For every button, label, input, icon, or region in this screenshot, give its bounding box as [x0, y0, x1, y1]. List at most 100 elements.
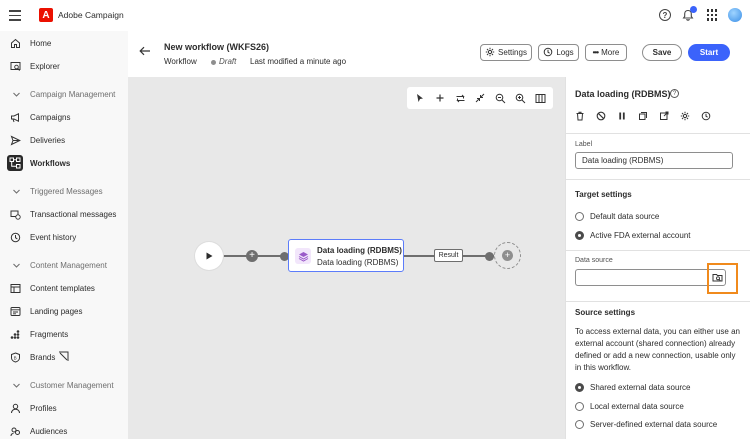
fragments-icon — [9, 328, 22, 341]
sidebar-item-brands[interactable]: B Brands — [0, 347, 128, 367]
chevron-down-icon — [10, 88, 23, 101]
flip-icon[interactable] — [453, 91, 467, 105]
section-campaign-management[interactable]: Campaign Management — [0, 84, 128, 104]
gear-icon[interactable] — [678, 109, 692, 123]
disable-icon[interactable] — [594, 109, 608, 123]
app-name[interactable]: Adobe Campaign — [58, 10, 124, 20]
workflow-icon — [7, 155, 23, 171]
notification-badge — [690, 6, 697, 13]
chevron-down-icon — [10, 185, 23, 198]
sidebar-item-transactional-messages[interactable]: Transactional messages — [0, 204, 128, 224]
adobe-logo[interactable]: A — [39, 8, 53, 22]
help-icon[interactable]: ? — [670, 89, 679, 98]
sidebar-item-label: Event history — [30, 232, 77, 242]
collapse-icon[interactable] — [473, 91, 487, 105]
add-activity-button[interactable]: + — [246, 250, 258, 262]
copy-icon[interactable] — [636, 109, 650, 123]
campaigns-icon — [9, 111, 22, 124]
page-title: New workflow (WKFS26) — [164, 42, 270, 52]
top-bar: A Adobe Campaign ? — [0, 0, 750, 31]
sidebar-item-profiles[interactable]: Profiles — [0, 398, 128, 418]
zoom-in-icon[interactable] — [513, 91, 527, 105]
workflow-type: Workflow — [164, 57, 197, 66]
source-settings-title: Source settings — [575, 308, 636, 317]
add-icon[interactable] — [433, 91, 447, 105]
section-label: Customer Management — [30, 380, 114, 390]
zoom-out-icon[interactable] — [493, 91, 507, 105]
section-content-management[interactable]: Content Management — [0, 255, 128, 275]
sidebar-item-landing-pages[interactable]: Landing pages — [0, 301, 128, 321]
start-node[interactable] — [195, 242, 223, 270]
activity-actions — [573, 109, 713, 123]
section-customer-management[interactable]: Customer Management — [0, 375, 128, 395]
sidebar-item-campaigns[interactable]: Campaigns — [0, 107, 128, 127]
apps-icon[interactable] — [706, 9, 718, 21]
divider — [566, 179, 750, 180]
more-icon: ••• — [592, 48, 599, 57]
history-icon[interactable] — [699, 109, 713, 123]
radio-local-external-data-source[interactable]: Local external data source — [575, 402, 684, 411]
radio-active-fda-external-account[interactable]: Active FDA external account — [575, 231, 691, 240]
sidebar-item-label: Campaigns — [30, 112, 71, 122]
radio-button[interactable] — [575, 212, 584, 221]
export-icon[interactable] — [657, 109, 671, 123]
more-button[interactable]: ••• More — [585, 44, 627, 61]
minimap-icon[interactable] — [533, 91, 547, 105]
activity-data-loading[interactable]: Data loading (RDBMS) Data loading (RDBMS… — [288, 239, 404, 272]
sidebar-item-deliveries[interactable]: Deliveries — [0, 130, 128, 150]
avatar[interactable] — [728, 8, 742, 22]
result-transition-label[interactable]: Result — [434, 249, 463, 262]
brands-icon: B — [9, 351, 22, 364]
sidebar-item-content-templates[interactable]: Content templates — [0, 278, 128, 298]
radio-shared-external-data-source[interactable]: Shared external data source — [575, 383, 691, 392]
sidebar: Home Explorer Campaign Management Campai… — [0, 31, 128, 439]
explorer-icon — [9, 60, 22, 73]
help-icon[interactable]: ? — [659, 9, 671, 21]
data-source-caption: Data source — [575, 257, 613, 264]
source-settings-description: To access external data, you can either … — [575, 327, 740, 372]
data-source-field[interactable] — [575, 269, 708, 286]
pointer-icon[interactable] — [413, 91, 427, 105]
radio-button[interactable] — [575, 231, 584, 240]
transactional-icon — [9, 208, 22, 221]
sidebar-item-explorer[interactable]: Explorer — [0, 56, 128, 76]
sidebar-item-label: Audiences — [30, 426, 68, 436]
pause-icon[interactable] — [615, 109, 629, 123]
save-button[interactable]: Save — [642, 44, 682, 61]
radio-server-defined-external-data-source[interactable]: Server-defined external data source — [575, 420, 717, 429]
sidebar-item-audiences[interactable]: Audiences — [0, 421, 128, 439]
radio-button[interactable] — [575, 383, 584, 392]
divider — [566, 133, 750, 134]
data-loading-icon — [295, 248, 311, 264]
menu-icon[interactable] — [9, 10, 21, 21]
section-triggered-messages[interactable]: Triggered Messages — [0, 181, 128, 201]
sidebar-item-event-history[interactable]: Event history — [0, 227, 128, 247]
radio-button[interactable] — [575, 420, 584, 429]
sidebar-item-label: Deliveries — [30, 135, 66, 145]
start-button[interactable]: Start — [688, 44, 730, 61]
chevron-down-icon — [10, 379, 23, 392]
properties-panel: Data loading (RDBMS) ? Label Data loadin… — [565, 77, 750, 439]
audiences-icon — [9, 425, 22, 438]
add-next-activity-node[interactable]: + — [494, 242, 521, 269]
home-icon — [9, 37, 22, 50]
radio-button[interactable] — [575, 402, 584, 411]
workflow-canvas[interactable]: + Data loading (RDBMS) Data loading (RDB… — [128, 77, 565, 439]
label-field[interactable]: Data loading (RDBMS) — [575, 152, 733, 169]
sidebar-item-workflows[interactable]: Workflows — [0, 153, 128, 173]
delete-icon[interactable] — [573, 109, 587, 123]
workflow-header: New workflow (WKFS26) Workflow Draft Las… — [128, 31, 750, 77]
radio-default-data-source[interactable]: Default data source — [575, 212, 659, 221]
label-caption: Label — [575, 141, 593, 148]
landing-page-icon — [9, 305, 22, 318]
radio-label: Shared external data source — [590, 383, 691, 392]
sidebar-item-home[interactable]: Home — [0, 33, 128, 53]
target-settings-title: Target settings — [575, 190, 632, 199]
template-icon — [9, 282, 22, 295]
logs-button[interactable]: Logs — [538, 44, 579, 61]
back-arrow-icon[interactable] — [139, 46, 151, 58]
sidebar-item-fragments[interactable]: Fragments — [0, 324, 128, 344]
play-icon — [206, 252, 213, 260]
sidebar-item-label: Fragments — [30, 329, 69, 339]
settings-button[interactable]: Settings — [480, 44, 532, 61]
